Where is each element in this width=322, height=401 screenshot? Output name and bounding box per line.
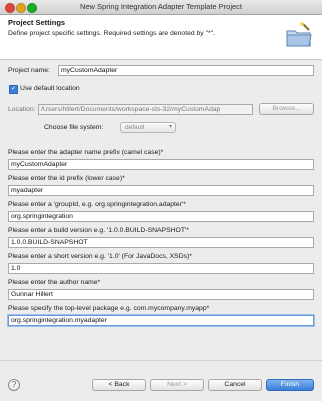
zoom-window-button[interactable]: [27, 3, 37, 13]
group-id-field[interactable]: org.springintegration: [8, 211, 314, 222]
minimize-window-button[interactable]: [16, 3, 26, 13]
wizard-footer: ? < Back Next > Cancel Finish: [0, 360, 322, 401]
project-name-label: Project name:: [8, 67, 50, 74]
build-version-field[interactable]: 1.0.0.BUILD-SNAPSHOT: [8, 237, 314, 248]
use-default-location-checkbox[interactable]: ✓: [9, 85, 18, 94]
author-name-field[interactable]: Gunnar Hillert: [8, 289, 314, 300]
banner-description: Define project specific settings. Requir…: [8, 30, 215, 37]
cancel-button[interactable]: Cancel: [208, 379, 262, 391]
top-level-package-field[interactable]: org.springintegration.myadapter: [8, 315, 314, 326]
adapter-name-prefix-field[interactable]: myCustomAdapter: [8, 159, 314, 170]
field-label: Please enter a 'groupId, e.g. org.spring…: [8, 201, 186, 208]
next-button[interactable]: Next >: [150, 379, 204, 391]
location-field[interactable]: /Users/hillert/Documents/workspace-sts-3…: [38, 104, 253, 115]
field-label: Please specify the top-level package e.g…: [8, 305, 210, 312]
wizard-content: Project name: myCustomAdapter ✓ Use defa…: [0, 60, 322, 360]
field-label: Please enter the id prefix (lower case)*: [8, 175, 125, 182]
field-label: Please enter a short version e.g. '1.0' …: [8, 253, 192, 260]
close-window-button[interactable]: [5, 3, 15, 13]
window-title: New Spring Integration Adapter Template …: [79, 2, 243, 11]
file-system-value: default: [125, 124, 145, 131]
field-label: Please enter the author name*: [8, 279, 101, 286]
folder-wizard-icon: [286, 22, 312, 47]
id-prefix-field[interactable]: myadapter: [8, 185, 314, 196]
chevron-down-icon: ▾: [168, 124, 172, 130]
browse-button[interactable]: Browse...: [259, 103, 314, 115]
field-label: Please enter the adapter name prefix (ca…: [8, 149, 164, 156]
file-system-label: Choose file system:: [44, 124, 104, 131]
wizard-window: New Spring Integration Adapter Template …: [0, 0, 322, 401]
banner-title: Project Settings: [8, 18, 66, 27]
file-system-select[interactable]: default ▾: [120, 122, 176, 133]
title-bar: New Spring Integration Adapter Template …: [0, 0, 322, 15]
location-label: Location:: [8, 106, 36, 113]
use-default-location-label: Use default location: [20, 85, 80, 92]
finish-button[interactable]: Finish: [266, 379, 314, 391]
back-button[interactable]: < Back: [92, 379, 146, 391]
field-label: Please enter a build version e.g. '1.0.0…: [8, 227, 189, 234]
project-name-field[interactable]: myCustomAdapter: [58, 65, 314, 76]
help-icon[interactable]: ?: [8, 379, 20, 391]
wizard-banner: Project Settings Define project specific…: [0, 15, 322, 60]
short-version-field[interactable]: 1.0: [8, 263, 314, 274]
